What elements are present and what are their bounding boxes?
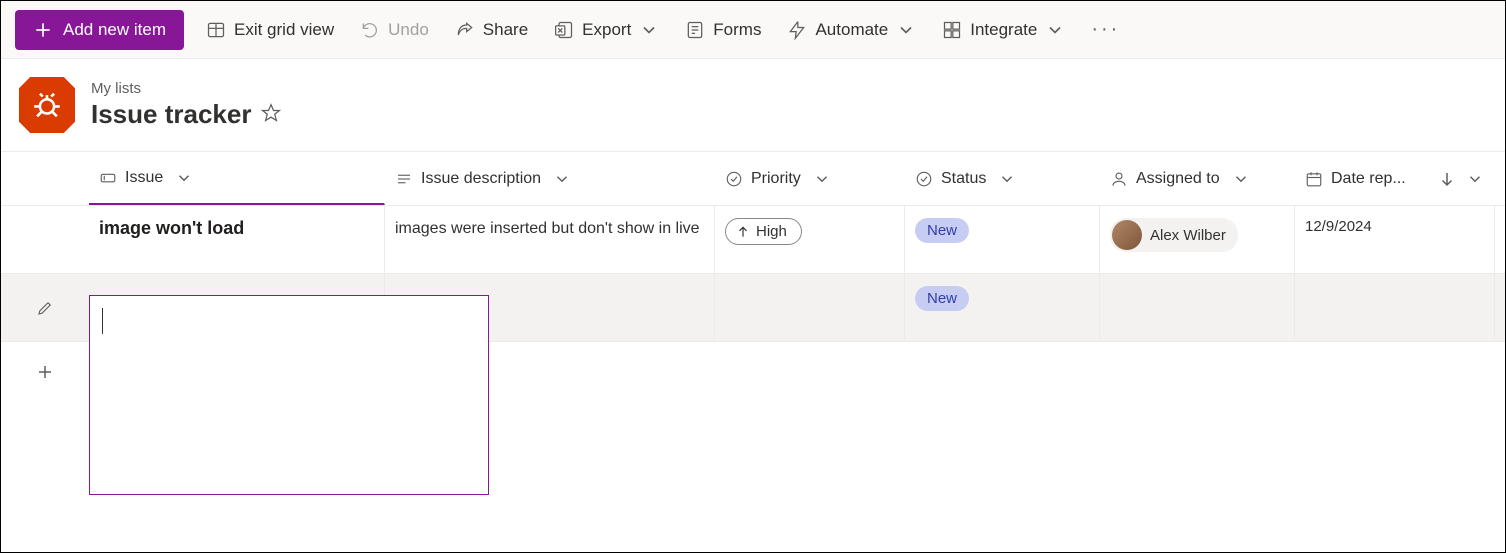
page-title-text: Issue tracker xyxy=(91,99,251,130)
arrow-up-icon xyxy=(736,225,750,239)
column-header-priority[interactable]: Priority xyxy=(715,152,905,205)
text-field-icon xyxy=(99,169,117,187)
add-new-item-button[interactable]: Add new item xyxy=(15,10,184,50)
cell-assigned-editing[interactable] xyxy=(1100,274,1295,341)
exit-grid-label: Exit grid view xyxy=(234,20,334,40)
column-label: Status xyxy=(941,170,986,188)
integrate-button[interactable]: Integrate xyxy=(938,14,1069,46)
chevron-down-icon xyxy=(1045,20,1065,40)
choice-icon xyxy=(725,170,743,188)
add-new-item-label: Add new item xyxy=(63,20,166,40)
forms-icon xyxy=(685,20,705,40)
issue-title-editor[interactable] xyxy=(89,295,489,495)
column-label: Priority xyxy=(751,170,801,188)
forms-button[interactable]: Forms xyxy=(681,14,765,46)
multiline-icon xyxy=(395,170,413,188)
text-caret xyxy=(102,308,103,334)
favorite-star-button[interactable] xyxy=(261,99,281,130)
cell-description[interactable]: images were inserted but don't show in l… xyxy=(385,206,715,273)
cell-priority[interactable]: High xyxy=(715,206,905,273)
cell-status-editing[interactable]: New xyxy=(905,274,1100,341)
export-label: Export xyxy=(582,20,631,40)
more-options-button[interactable]: ··· xyxy=(1087,12,1124,47)
command-bar: Add new item Exit grid view Undo Share E… xyxy=(1,1,1505,59)
chevron-down-icon xyxy=(1466,170,1484,188)
chevron-down-icon xyxy=(998,170,1016,188)
priority-text: High xyxy=(756,223,787,240)
status-pill: New xyxy=(915,286,969,311)
plus-icon xyxy=(33,20,53,40)
description-text: images were inserted but don't show in l… xyxy=(395,218,700,240)
column-header-date[interactable]: Date rep... xyxy=(1295,152,1495,205)
edit-pencil-icon xyxy=(36,299,54,320)
chevron-down-icon xyxy=(1232,170,1250,188)
cell-priority-editing[interactable] xyxy=(715,274,905,341)
undo-icon xyxy=(360,20,380,40)
list-bug-icon xyxy=(19,77,75,133)
exit-grid-view-button[interactable]: Exit grid view xyxy=(202,14,338,46)
share-icon xyxy=(455,20,475,40)
cell-status[interactable]: New xyxy=(905,206,1100,273)
export-button[interactable]: Export xyxy=(550,14,663,46)
row-gutter xyxy=(1,206,89,273)
page-title: Issue tracker xyxy=(91,99,281,130)
column-header-assigned[interactable]: Assigned to xyxy=(1100,152,1295,205)
grid-icon xyxy=(206,20,226,40)
forms-label: Forms xyxy=(713,20,761,40)
undo-label: Undo xyxy=(388,20,429,40)
row-gutter-edit xyxy=(1,274,89,341)
column-label: Assigned to xyxy=(1136,170,1220,188)
person-name: Alex Wilber xyxy=(1150,227,1226,244)
column-header-description[interactable]: Issue description xyxy=(385,152,715,205)
chevron-down-icon xyxy=(639,20,659,40)
data-grid: Issue Issue description Priority Status … xyxy=(1,151,1505,402)
issue-text: image won't load xyxy=(99,218,244,239)
share-button[interactable]: Share xyxy=(451,14,532,46)
automate-icon xyxy=(787,20,807,40)
integrate-icon xyxy=(942,20,962,40)
sort-descending-icon xyxy=(1438,170,1456,188)
chevron-down-icon xyxy=(175,169,193,187)
choice-icon xyxy=(915,170,933,188)
cell-assigned[interactable]: Alex Wilber xyxy=(1100,206,1295,273)
column-label: Date rep... xyxy=(1331,170,1406,188)
add-row-button[interactable] xyxy=(1,363,89,381)
status-pill: New xyxy=(915,218,969,243)
undo-button[interactable]: Undo xyxy=(356,14,433,46)
column-header-status[interactable]: Status xyxy=(905,152,1100,205)
cell-date[interactable]: 12/9/2024 xyxy=(1295,206,1495,273)
cell-date-editing[interactable] xyxy=(1295,274,1495,341)
chevron-down-icon xyxy=(896,20,916,40)
cell-issue[interactable]: image won't load xyxy=(89,206,385,273)
list-header: My lists Issue tracker xyxy=(1,59,1505,151)
column-label: Issue xyxy=(125,169,163,187)
chevron-down-icon xyxy=(553,170,571,188)
grid-header-row: Issue Issue description Priority Status … xyxy=(1,152,1505,206)
table-row[interactable]: image won't load images were inserted bu… xyxy=(1,206,1505,274)
plus-icon xyxy=(36,363,54,381)
automate-label: Automate xyxy=(815,20,888,40)
more-dots-icon: ··· xyxy=(1091,18,1120,41)
export-icon xyxy=(554,20,574,40)
integrate-label: Integrate xyxy=(970,20,1037,40)
share-label: Share xyxy=(483,20,528,40)
avatar xyxy=(1112,220,1142,250)
column-header-issue[interactable]: Issue xyxy=(89,152,385,205)
person-icon xyxy=(1110,170,1128,188)
gutter-header xyxy=(1,152,89,205)
calendar-icon xyxy=(1305,170,1323,188)
automate-button[interactable]: Automate xyxy=(783,14,920,46)
breadcrumb[interactable]: My lists xyxy=(91,80,281,97)
date-text: 12/9/2024 xyxy=(1305,218,1372,235)
column-label: Issue description xyxy=(421,170,541,188)
person-chip: Alex Wilber xyxy=(1110,218,1238,252)
priority-pill: High xyxy=(725,218,802,245)
chevron-down-icon xyxy=(813,170,831,188)
